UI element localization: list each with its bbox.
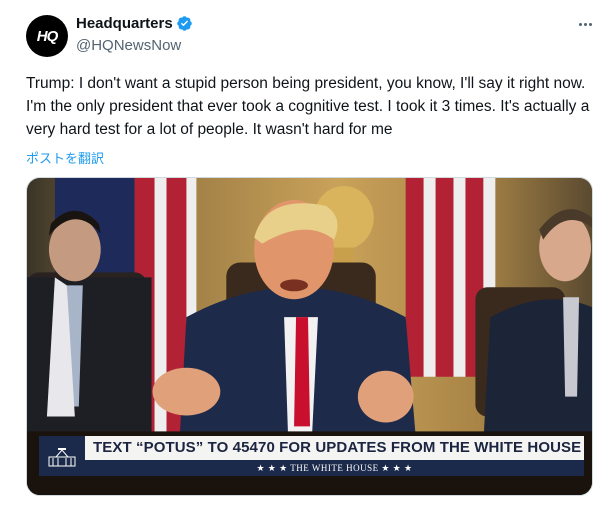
verified-badge-icon [176,16,192,31]
tweet-card[interactable]: HQ Headquarters @HQNewsNow Trump: I don'… [0,0,616,509]
more-options-icon[interactable] [573,14,597,34]
banner-caption-text: TEXT “POTUS” TO 45470 FOR UPDATES FROM T… [93,439,582,456]
avatar[interactable]: HQ [26,15,68,57]
banner-sub-text: ★ ★ ★ THE WHITE HOUSE ★ ★ ★ [256,462,413,473]
translate-post-link[interactable]: ポストを翻訳 [26,148,104,167]
display-name[interactable]: Headquarters [76,15,173,32]
handle[interactable]: @HQNewsNow [76,37,181,54]
tweet-text: Trump: I don't want a stupid person bein… [26,75,590,138]
author-name-row: Headquarters [76,15,193,32]
white-house-logo-icon [39,436,85,476]
video-caption-banner: TEXT “POTUS” TO 45470 FOR UPDATES FROM T… [39,436,584,476]
video-media[interactable]: TEXT “POTUS” TO 45470 FOR UPDATES FROM T… [26,177,593,496]
banner-sub-bar: ★ ★ ★ THE WHITE HOUSE ★ ★ ★ [85,460,584,476]
avatar-logo-text: HQ [36,27,58,45]
